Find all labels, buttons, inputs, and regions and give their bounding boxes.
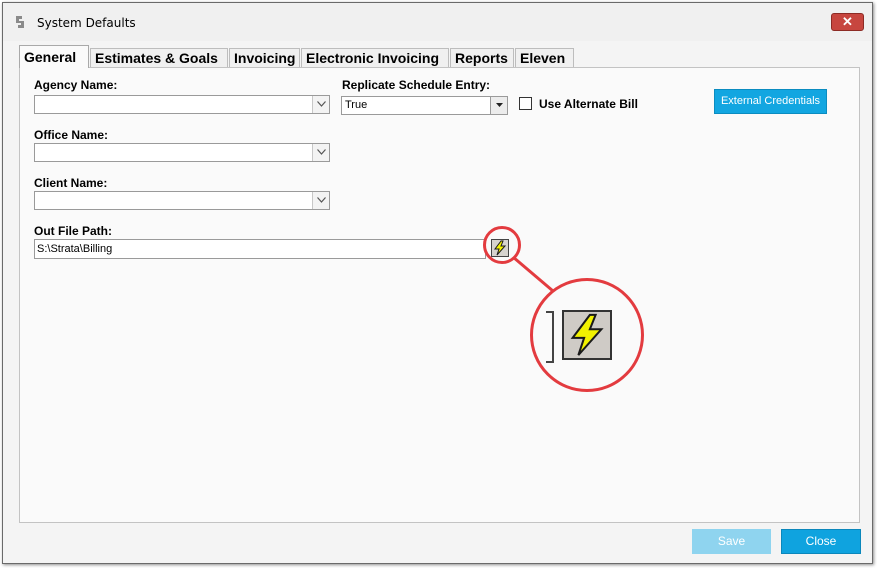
out-file-path-label: Out File Path: — [34, 224, 112, 238]
magnified-browse-button — [562, 310, 612, 360]
title-bar[interactable]: System Defaults ✕ — [3, 3, 872, 41]
caret-down-icon — [496, 103, 503, 107]
tab-general[interactable]: General — [19, 45, 89, 68]
replicate-schedule-entry-value: True — [345, 99, 368, 111]
tab-eleven[interactable]: Eleven — [515, 48, 574, 68]
client-name-dropdown-button[interactable] — [312, 192, 329, 209]
tab-invoicing[interactable]: Invoicing — [229, 48, 300, 68]
lightning-icon — [570, 313, 604, 356]
agency-name-dropdown-button[interactable] — [312, 96, 329, 113]
replicate-schedule-entry-dropdown-button[interactable] — [490, 97, 507, 114]
window-close-button[interactable]: ✕ — [831, 13, 864, 31]
office-name-combo[interactable] — [34, 143, 330, 162]
app-logo-icon — [16, 16, 24, 28]
tab-estimates-goals[interactable]: Estimates & Goals — [90, 48, 228, 68]
out-file-path-input[interactable]: S:\Strata\Billing — [34, 239, 486, 259]
chevron-down-icon — [317, 101, 326, 107]
office-name-dropdown-button[interactable] — [312, 144, 329, 161]
replicate-schedule-entry-select[interactable]: True — [341, 96, 508, 115]
window-title: System Defaults — [37, 16, 136, 30]
general-tab-panel: Agency Name: Replicate Schedule Entry: T… — [19, 67, 860, 523]
client-name-label: Client Name: — [34, 176, 108, 190]
use-alternate-bill-checkbox[interactable] — [519, 97, 532, 110]
close-button[interactable]: Close — [781, 529, 861, 554]
client-name-combo[interactable] — [34, 191, 330, 210]
agency-name-label: Agency Name: — [34, 78, 118, 92]
use-alternate-bill-label: Use Alternate Bill — [539, 97, 638, 111]
tab-electronic-invoicing[interactable]: Electronic Invoicing — [301, 48, 449, 68]
external-credentials-button[interactable]: External Credentials — [714, 89, 827, 114]
save-button[interactable]: Save — [692, 529, 771, 554]
replicate-schedule-entry-label: Replicate Schedule Entry: — [342, 78, 491, 92]
chevron-down-icon — [317, 197, 326, 203]
magnifier-ring — [530, 278, 644, 392]
magnified-input-edge — [546, 311, 554, 363]
agency-name-combo[interactable] — [34, 95, 330, 114]
system-defaults-window: System Defaults ✕ General Estimates & Go… — [2, 2, 873, 564]
office-name-label: Office Name: — [34, 128, 109, 142]
chevron-down-icon — [317, 149, 326, 155]
tab-reports[interactable]: Reports — [450, 48, 514, 68]
